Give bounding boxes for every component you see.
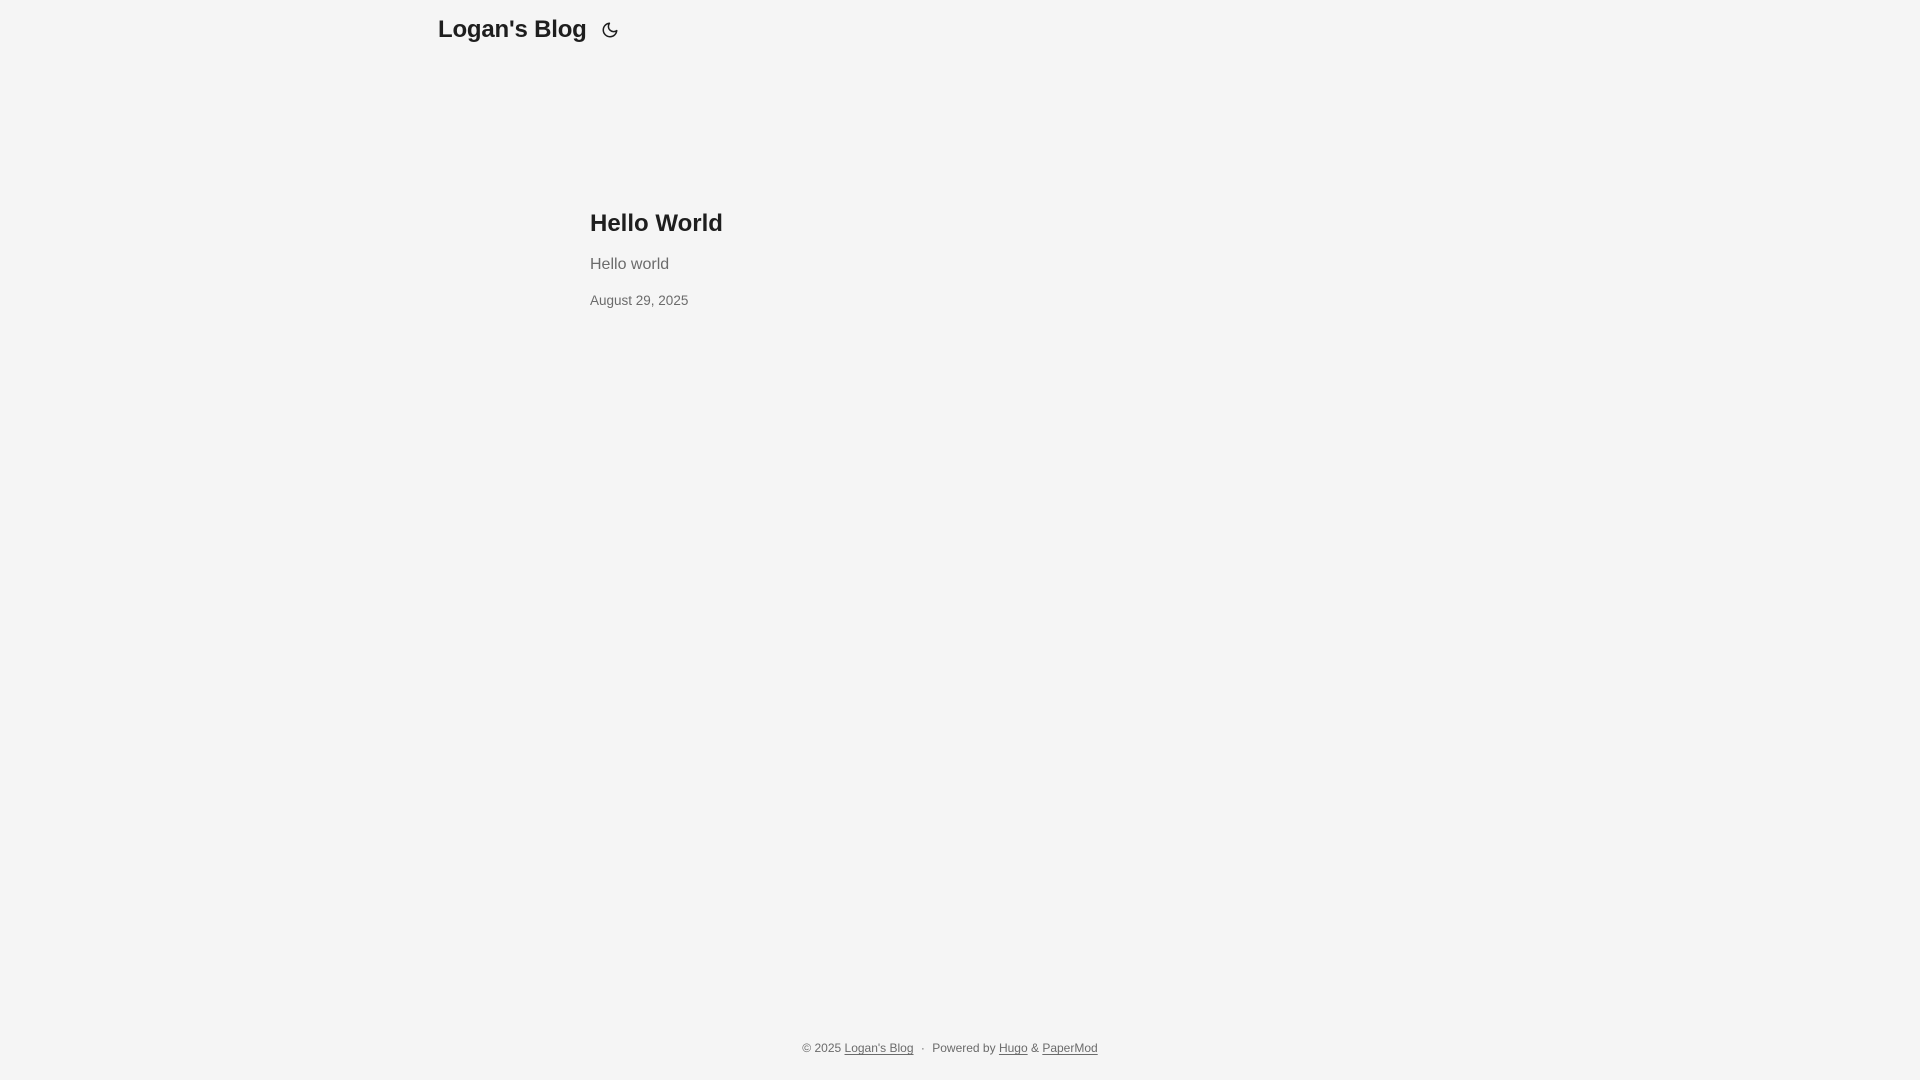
site-logo-link[interactable]: Logan's Blog bbox=[438, 16, 587, 44]
post-title[interactable]: Hello World bbox=[590, 210, 1330, 239]
site-footer: © 2025 Logan's Blog · Powered by Hugo & … bbox=[0, 1041, 1900, 1055]
theme-toggle-button[interactable] bbox=[599, 19, 621, 41]
hugo-link[interactable]: Hugo bbox=[999, 1041, 1028, 1055]
ampersand-text: & bbox=[1030, 1041, 1039, 1055]
post-entry[interactable]: Hello World Hello world August 29, 2025 bbox=[590, 210, 1330, 308]
moon-icon bbox=[602, 22, 618, 38]
footer-separator: · bbox=[920, 1041, 925, 1055]
post-date: August 29, 2025 bbox=[590, 292, 689, 308]
powered-by-text: Powered by bbox=[932, 1041, 996, 1055]
post-summary: Hello world bbox=[590, 255, 670, 273]
site-header: Logan's Blog bbox=[438, 14, 621, 46]
footer-site-link[interactable]: Logan's Blog bbox=[845, 1041, 914, 1055]
papermod-link[interactable]: PaperMod bbox=[1042, 1041, 1097, 1055]
page: Logan's Blog Hello World Hello world Aug… bbox=[0, 0, 1920, 1080]
copyright-text: © 2025 bbox=[802, 1041, 842, 1055]
